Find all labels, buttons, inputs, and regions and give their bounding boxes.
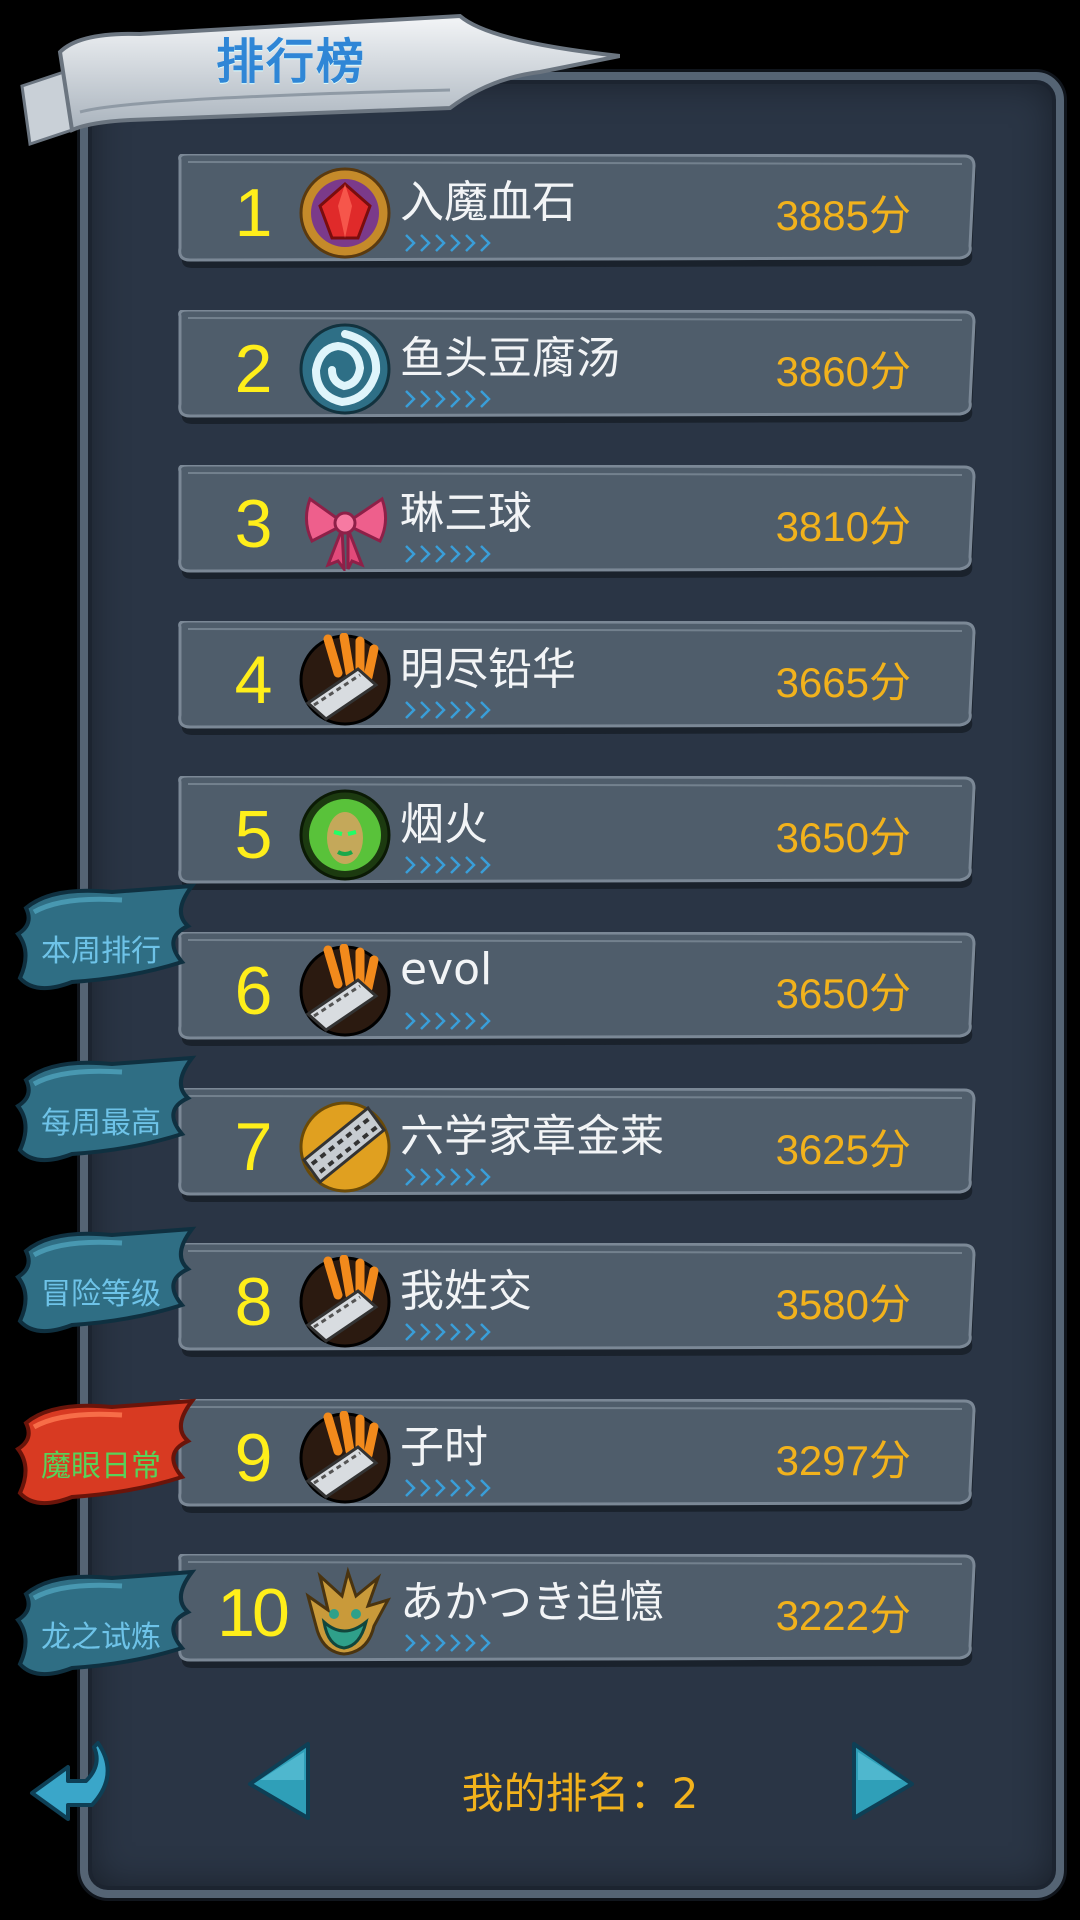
chevrons-icon xyxy=(405,1012,491,1030)
rank-number: 1 xyxy=(234,175,273,251)
tab-4[interactable]: 魔眼日常 xyxy=(12,1397,207,1517)
rank-number: 8 xyxy=(234,1264,273,1341)
score-value: 3885分 xyxy=(775,192,911,239)
player-name: 子时 xyxy=(400,1421,488,1473)
player-name: あかつき追憶 xyxy=(400,1577,664,1629)
rank-number: 3 xyxy=(234,486,273,563)
score-value: 3297分 xyxy=(775,1436,911,1484)
chevrons-icon xyxy=(405,1634,491,1653)
player-name: 琳三球 xyxy=(400,488,532,540)
chevrons-icon xyxy=(405,1167,491,1186)
player-name: 明尽铅华 xyxy=(400,643,576,695)
score-value: 3810分 xyxy=(775,503,911,551)
score-value: 3665分 xyxy=(775,658,911,706)
ranking-row[interactable]: 4 明尽铅华 3665分 xyxy=(176,620,981,739)
tab-label: 龙之试炼 xyxy=(41,1620,161,1655)
ranking-row[interactable]: 10 あかつき追憶 3222分 xyxy=(176,1554,981,1672)
ranking-row[interactable]: 2 鱼头豆腐汤 3860分 xyxy=(176,309,981,428)
chevrons-icon xyxy=(405,234,491,252)
score-value: 3650分 xyxy=(775,814,911,862)
player-name: 六学家章金莱 xyxy=(400,1110,664,1162)
pink-bow-icon xyxy=(305,496,387,572)
ranking-row[interactable]: 9 子时 3297分 xyxy=(176,1398,981,1517)
score-value: 3625分 xyxy=(775,1125,911,1173)
striped-blade-icon xyxy=(299,1101,391,1193)
claw-blade-icon xyxy=(299,632,391,726)
tab-2[interactable]: 每周最高 xyxy=(12,1054,207,1174)
rank-number: 10 xyxy=(217,1575,290,1652)
swirl-emblem-icon xyxy=(299,323,391,415)
rank-number: 2 xyxy=(234,330,273,407)
rank-number: 5 xyxy=(234,797,273,874)
previous-page-button[interactable] xyxy=(246,1740,312,1822)
rank-number: 9 xyxy=(234,1419,273,1496)
score-value: 3650分 xyxy=(775,970,911,1017)
tab-label: 魔眼日常 xyxy=(41,1448,161,1484)
chevrons-icon xyxy=(405,856,491,875)
chevrons-icon xyxy=(405,1323,491,1342)
rank-number: 6 xyxy=(234,953,273,1029)
ranking-row[interactable]: 1 入魔血石 3885分 xyxy=(176,154,981,272)
tab-5[interactable]: 龙之试炼 xyxy=(12,1568,207,1688)
chevrons-icon xyxy=(405,1478,491,1497)
tab-3[interactable]: 冒险等级 xyxy=(12,1225,207,1345)
dragon-mask-icon xyxy=(305,1567,392,1656)
ranking-row[interactable]: 7 六学家章金莱 3625分 xyxy=(176,1087,981,1206)
back-arrow-icon[interactable] xyxy=(28,1735,116,1825)
rank-number: 7 xyxy=(234,1108,273,1185)
page-title: 排行榜 xyxy=(216,34,367,90)
tab-label: 每周最高 xyxy=(41,1105,161,1141)
score-value: 3860分 xyxy=(775,347,911,395)
claw-blade-icon xyxy=(299,1255,391,1348)
player-name: evol xyxy=(400,944,493,995)
next-page-button[interactable] xyxy=(850,1740,916,1822)
my-rank-label: 我的排名：2 xyxy=(461,1769,699,1818)
ranking-row[interactable]: 3 琳三球 3810分 xyxy=(176,465,981,583)
chevrons-icon xyxy=(405,700,491,719)
tab-label: 本周排行 xyxy=(41,934,161,969)
player-name: 入魔血石 xyxy=(400,177,576,228)
player-name: 鱼头豆腐汤 xyxy=(400,332,620,384)
score-value: 3580分 xyxy=(775,1281,911,1329)
claw-blade-icon xyxy=(299,944,391,1037)
player-name: 烟火 xyxy=(400,799,488,851)
rank-number: 4 xyxy=(234,641,273,718)
chevrons-icon xyxy=(405,389,491,408)
tab-1[interactable]: 本周排行 xyxy=(12,882,207,1002)
ranking-row[interactable]: 8 我姓交 3580分 xyxy=(176,1243,981,1361)
chevrons-icon xyxy=(405,545,491,564)
score-value: 3222分 xyxy=(775,1592,911,1640)
red-gem-icon xyxy=(299,167,391,259)
player-name: 我姓交 xyxy=(400,1266,532,1318)
ranking-row[interactable]: 5 烟火 3650分 xyxy=(176,776,981,894)
green-face-icon xyxy=(299,789,391,881)
claw-blade-icon xyxy=(299,1410,391,1504)
ranking-row[interactable]: 6 evol 3650分 xyxy=(176,932,981,1050)
tab-label: 冒险等级 xyxy=(41,1277,161,1312)
